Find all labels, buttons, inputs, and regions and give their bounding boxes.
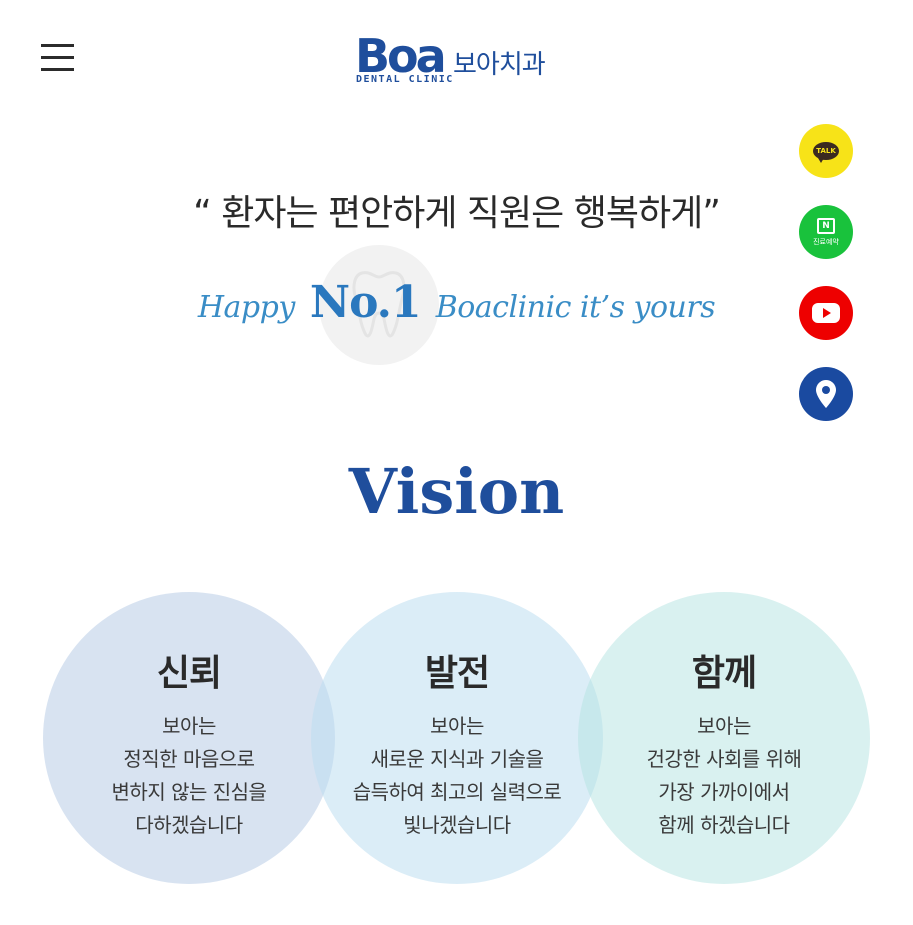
- tagline-no1: No.1: [309, 277, 422, 328]
- kakao-talk-button[interactable]: TALK: [799, 124, 853, 178]
- hero-tagline: Happy No.1 Boaclinic it’s yours: [0, 277, 913, 328]
- vision-card-line: 건강한 사회를 위해: [646, 747, 802, 771]
- vision-card-line: 함께 하겠습니다: [658, 813, 790, 837]
- vision-card-trust: 신뢰 보아는 정직한 마음으로 변하지 않는 진심을 다하겠습니다: [43, 592, 335, 884]
- hamburger-menu-icon[interactable]: [41, 44, 74, 72]
- menu-line: [41, 56, 74, 59]
- vision-card-line: 다하겠습니다: [135, 813, 243, 837]
- vision-card-line: 빛나겠습니다: [403, 813, 511, 837]
- hero-slogan: “ 환자는 편안하게 직원은 행복하게”: [193, 193, 721, 234]
- talk-text: TALK: [816, 147, 836, 155]
- vision-card-title: 함께: [691, 653, 757, 694]
- vision-card-title: 신뢰: [156, 653, 222, 694]
- logo-subtitle: DENTAL CLINIC: [356, 74, 454, 85]
- vision-card-line: 습득하여 최고의 실력으로: [352, 780, 562, 804]
- menu-line: [41, 44, 74, 47]
- tagline-boaclinic: Boaclinic it’s yours: [435, 290, 716, 325]
- vision-card-text: 보아는 새로운 지식과 기술을 습득하여 최고의 실력으로 빛나겠습니다: [311, 710, 603, 842]
- kakao-talk-icon: TALK: [813, 142, 839, 163]
- menu-line: [41, 68, 74, 71]
- vision-card-line: 변하지 않는 진심을: [111, 780, 267, 804]
- logo-mark-text: Boa: [355, 32, 444, 76]
- hero-tagline-block: Happy No.1 Boaclinic it’s yours: [0, 245, 913, 365]
- vision-card-text: 보아는 정직한 마음으로 변하지 않는 진심을 다하겠습니다: [43, 710, 335, 842]
- vision-card-growth: 발전 보아는 새로운 지식과 기술을 습득하여 최고의 실력으로 빛나겠습니다: [311, 592, 603, 884]
- vision-card-line: 보아는: [430, 714, 484, 738]
- vision-card-line: 새로운 지식과 기술을: [370, 747, 544, 771]
- vision-card-line: 보아는: [697, 714, 751, 738]
- map-pin-icon: [816, 380, 836, 408]
- vision-card-line: 보아는: [162, 714, 216, 738]
- vision-card-text: 보아는 건강한 사회를 위해 가장 가까이에서 함께 하겠습니다: [578, 710, 870, 842]
- map-location-button[interactable]: [799, 367, 853, 421]
- logo-korean-name: 보아치과: [453, 50, 546, 80]
- tagline-happy: Happy: [197, 290, 295, 325]
- vision-card-line: 정직한 마음으로: [123, 747, 255, 771]
- vision-title: Vision: [348, 455, 565, 528]
- vision-card-line: 가장 가까이에서: [658, 780, 790, 804]
- vision-card-title: 발전: [424, 653, 490, 694]
- boa-logo-mark: Boa: [355, 32, 447, 76]
- vision-card-together: 함께 보아는 건강한 사회를 위해 가장 가까이에서 함께 하겠습니다: [578, 592, 870, 884]
- site-logo[interactable]: Boa 보아치과 DENTAL CLINIC: [355, 32, 565, 88]
